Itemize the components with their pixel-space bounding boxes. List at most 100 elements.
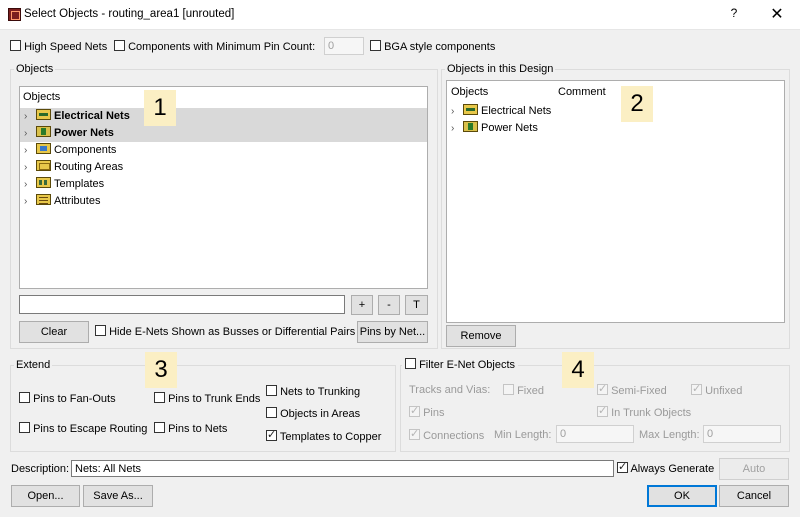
- pins-to-escape-routing-checkbox[interactable]: [19, 422, 30, 433]
- pins-to-fanouts-checkbox[interactable]: [19, 392, 30, 403]
- chevron-right-icon[interactable]: ›: [24, 159, 36, 176]
- save-as-button[interactable]: Save As...: [83, 485, 153, 507]
- chevron-right-icon[interactable]: ›: [451, 120, 463, 137]
- components-min-pin-checkbox[interactable]: [114, 40, 125, 51]
- power-nets-icon: [36, 126, 51, 137]
- chevron-right-icon[interactable]: ›: [24, 108, 36, 125]
- components-icon: [36, 143, 51, 154]
- design-item-electrical-nets[interactable]: › Electrical Nets: [447, 103, 784, 120]
- open-button[interactable]: Open...: [11, 485, 80, 507]
- tree-item-power-nets[interactable]: › Power Nets: [20, 125, 427, 142]
- objects-in-areas-option[interactable]: Objects in Areas: [266, 407, 360, 420]
- components-min-pin-option[interactable]: Components with Minimum Pin Count:: [114, 40, 315, 53]
- filter-enet-label: Filter E-Net Objects: [419, 359, 516, 371]
- filter-enet-option[interactable]: Filter E-Net Objects: [402, 358, 519, 371]
- routing-areas-icon: [36, 160, 51, 171]
- semi-fixed-checkbox[interactable]: [597, 382, 608, 395]
- high-speed-nets-checkbox[interactable]: [10, 40, 21, 51]
- column-objects[interactable]: Objects: [451, 86, 488, 98]
- title-bar: Select Objects - routing_area1 [unrouted…: [0, 0, 800, 30]
- power-nets-icon: [463, 121, 478, 132]
- objects-group-title: Objects: [14, 63, 56, 75]
- chevron-right-icon[interactable]: ›: [24, 176, 36, 193]
- hide-enets-option[interactable]: Hide E-Nets Shown as Busses or Different…: [95, 325, 355, 338]
- high-speed-nets-option[interactable]: High Speed Nets: [10, 40, 107, 53]
- chevron-right-icon[interactable]: ›: [24, 142, 36, 159]
- hide-enets-checkbox[interactable]: [95, 325, 106, 336]
- pins-to-trunk-ends-option[interactable]: Pins to Trunk Ends: [154, 392, 260, 405]
- min-length-label: Min Length:: [494, 429, 552, 441]
- chevron-right-icon[interactable]: ›: [451, 103, 463, 120]
- bga-style-option[interactable]: BGA style components: [370, 40, 495, 53]
- cancel-button[interactable]: Cancel: [719, 485, 789, 507]
- callout-3: 3: [145, 352, 177, 388]
- description-label: Description:: [11, 463, 70, 475]
- filter-enet-checkbox[interactable]: [405, 358, 416, 369]
- tree-item-routing-areas[interactable]: › Routing Areas: [20, 159, 427, 176]
- bga-style-checkbox[interactable]: [370, 40, 381, 51]
- description-input[interactable]: Nets: All Nets: [71, 460, 614, 477]
- max-length-label: Max Length:: [639, 429, 700, 441]
- in-trunk-objects-checkbox[interactable]: [597, 404, 608, 417]
- nets-to-trunking-checkbox[interactable]: [266, 385, 277, 396]
- nets-to-trunking-option[interactable]: Nets to Trunking: [266, 385, 360, 398]
- object-filter-input[interactable]: [19, 295, 345, 314]
- always-generate-option[interactable]: Always Generate: [617, 460, 714, 475]
- electrical-nets-icon: [463, 104, 478, 115]
- unfixed-checkbox[interactable]: [691, 382, 702, 395]
- add-filter-button[interactable]: +: [351, 295, 373, 315]
- pins-to-trunk-ends-checkbox[interactable]: [154, 392, 165, 403]
- tree-item-electrical-nets[interactable]: › Electrical Nets: [20, 108, 427, 125]
- pins-to-nets-checkbox[interactable]: [154, 422, 165, 433]
- pins-to-fanouts-option[interactable]: Pins to Fan-Outs: [19, 392, 116, 405]
- tree-item-components[interactable]: › Components: [20, 142, 427, 159]
- close-button[interactable]: ✕: [765, 4, 789, 26]
- hide-enets-label: Hide E-Nets Shown as Busses or Different…: [109, 326, 356, 338]
- design-group-title: Objects in this Design: [445, 63, 556, 75]
- electrical-nets-icon: [36, 109, 51, 120]
- remove-filter-button[interactable]: -: [378, 295, 400, 315]
- objects-tree[interactable]: Objects › Electrical Nets › Power Nets › Co…: [19, 86, 428, 289]
- templates-to-copper-option[interactable]: Templates to Copper: [266, 428, 381, 443]
- objects-in-areas-checkbox[interactable]: [266, 407, 277, 418]
- fixed-option[interactable]: Fixed: [503, 384, 544, 397]
- min-length-input[interactable]: 0: [556, 425, 634, 443]
- design-objects-list[interactable]: Objects Comment › Electrical Nets › Power …: [446, 80, 785, 323]
- max-length-input[interactable]: 0: [703, 425, 781, 443]
- fixed-checkbox[interactable]: [503, 384, 514, 395]
- semi-fixed-option[interactable]: Semi-Fixed: [597, 382, 667, 397]
- tree-item-attributes[interactable]: › Attributes: [20, 193, 427, 210]
- connections-option[interactable]: Connections: [409, 427, 484, 442]
- clear-button[interactable]: Clear: [19, 321, 89, 343]
- pins-to-nets-option[interactable]: Pins to Nets: [154, 422, 227, 435]
- objects-tree-header: Objects: [23, 91, 61, 103]
- pins-by-net-button[interactable]: Pins by Net...: [357, 321, 428, 343]
- tree-item-templates[interactable]: › Templates: [20, 176, 427, 193]
- min-pin-count-input[interactable]: 0: [324, 37, 364, 55]
- in-trunk-objects-option[interactable]: In Trunk Objects: [597, 404, 691, 419]
- always-generate-checkbox[interactable]: [617, 460, 628, 473]
- window-title: Select Objects - routing_area1 [unrouted…: [24, 8, 235, 20]
- column-comment[interactable]: Comment: [558, 86, 606, 98]
- templates-icon: [36, 177, 51, 188]
- design-item-power-nets[interactable]: › Power Nets: [447, 120, 784, 137]
- chevron-right-icon[interactable]: ›: [24, 125, 36, 142]
- pins-checkbox[interactable]: [409, 404, 420, 417]
- help-button[interactable]: ?: [725, 6, 743, 24]
- templates-to-copper-checkbox[interactable]: [266, 428, 277, 441]
- ok-button[interactable]: OK: [647, 485, 717, 507]
- tracks-vias-label: Tracks and Vias:: [409, 384, 491, 396]
- callout-4: 4: [562, 352, 594, 388]
- t-button[interactable]: T: [405, 295, 428, 315]
- remove-button[interactable]: Remove: [446, 325, 516, 347]
- chevron-right-icon[interactable]: ›: [24, 193, 36, 210]
- pins-option[interactable]: Pins: [409, 404, 444, 419]
- bga-style-label: BGA style components: [384, 41, 496, 53]
- attributes-icon: [36, 194, 51, 205]
- unfixed-option[interactable]: Unfixed: [691, 382, 742, 397]
- auto-button[interactable]: Auto: [719, 458, 789, 480]
- extend-group-title: Extend: [14, 359, 53, 371]
- callout-2: 2: [621, 86, 653, 122]
- pins-to-escape-routing-option[interactable]: Pins to Escape Routing: [19, 422, 147, 435]
- connections-checkbox[interactable]: [409, 427, 420, 440]
